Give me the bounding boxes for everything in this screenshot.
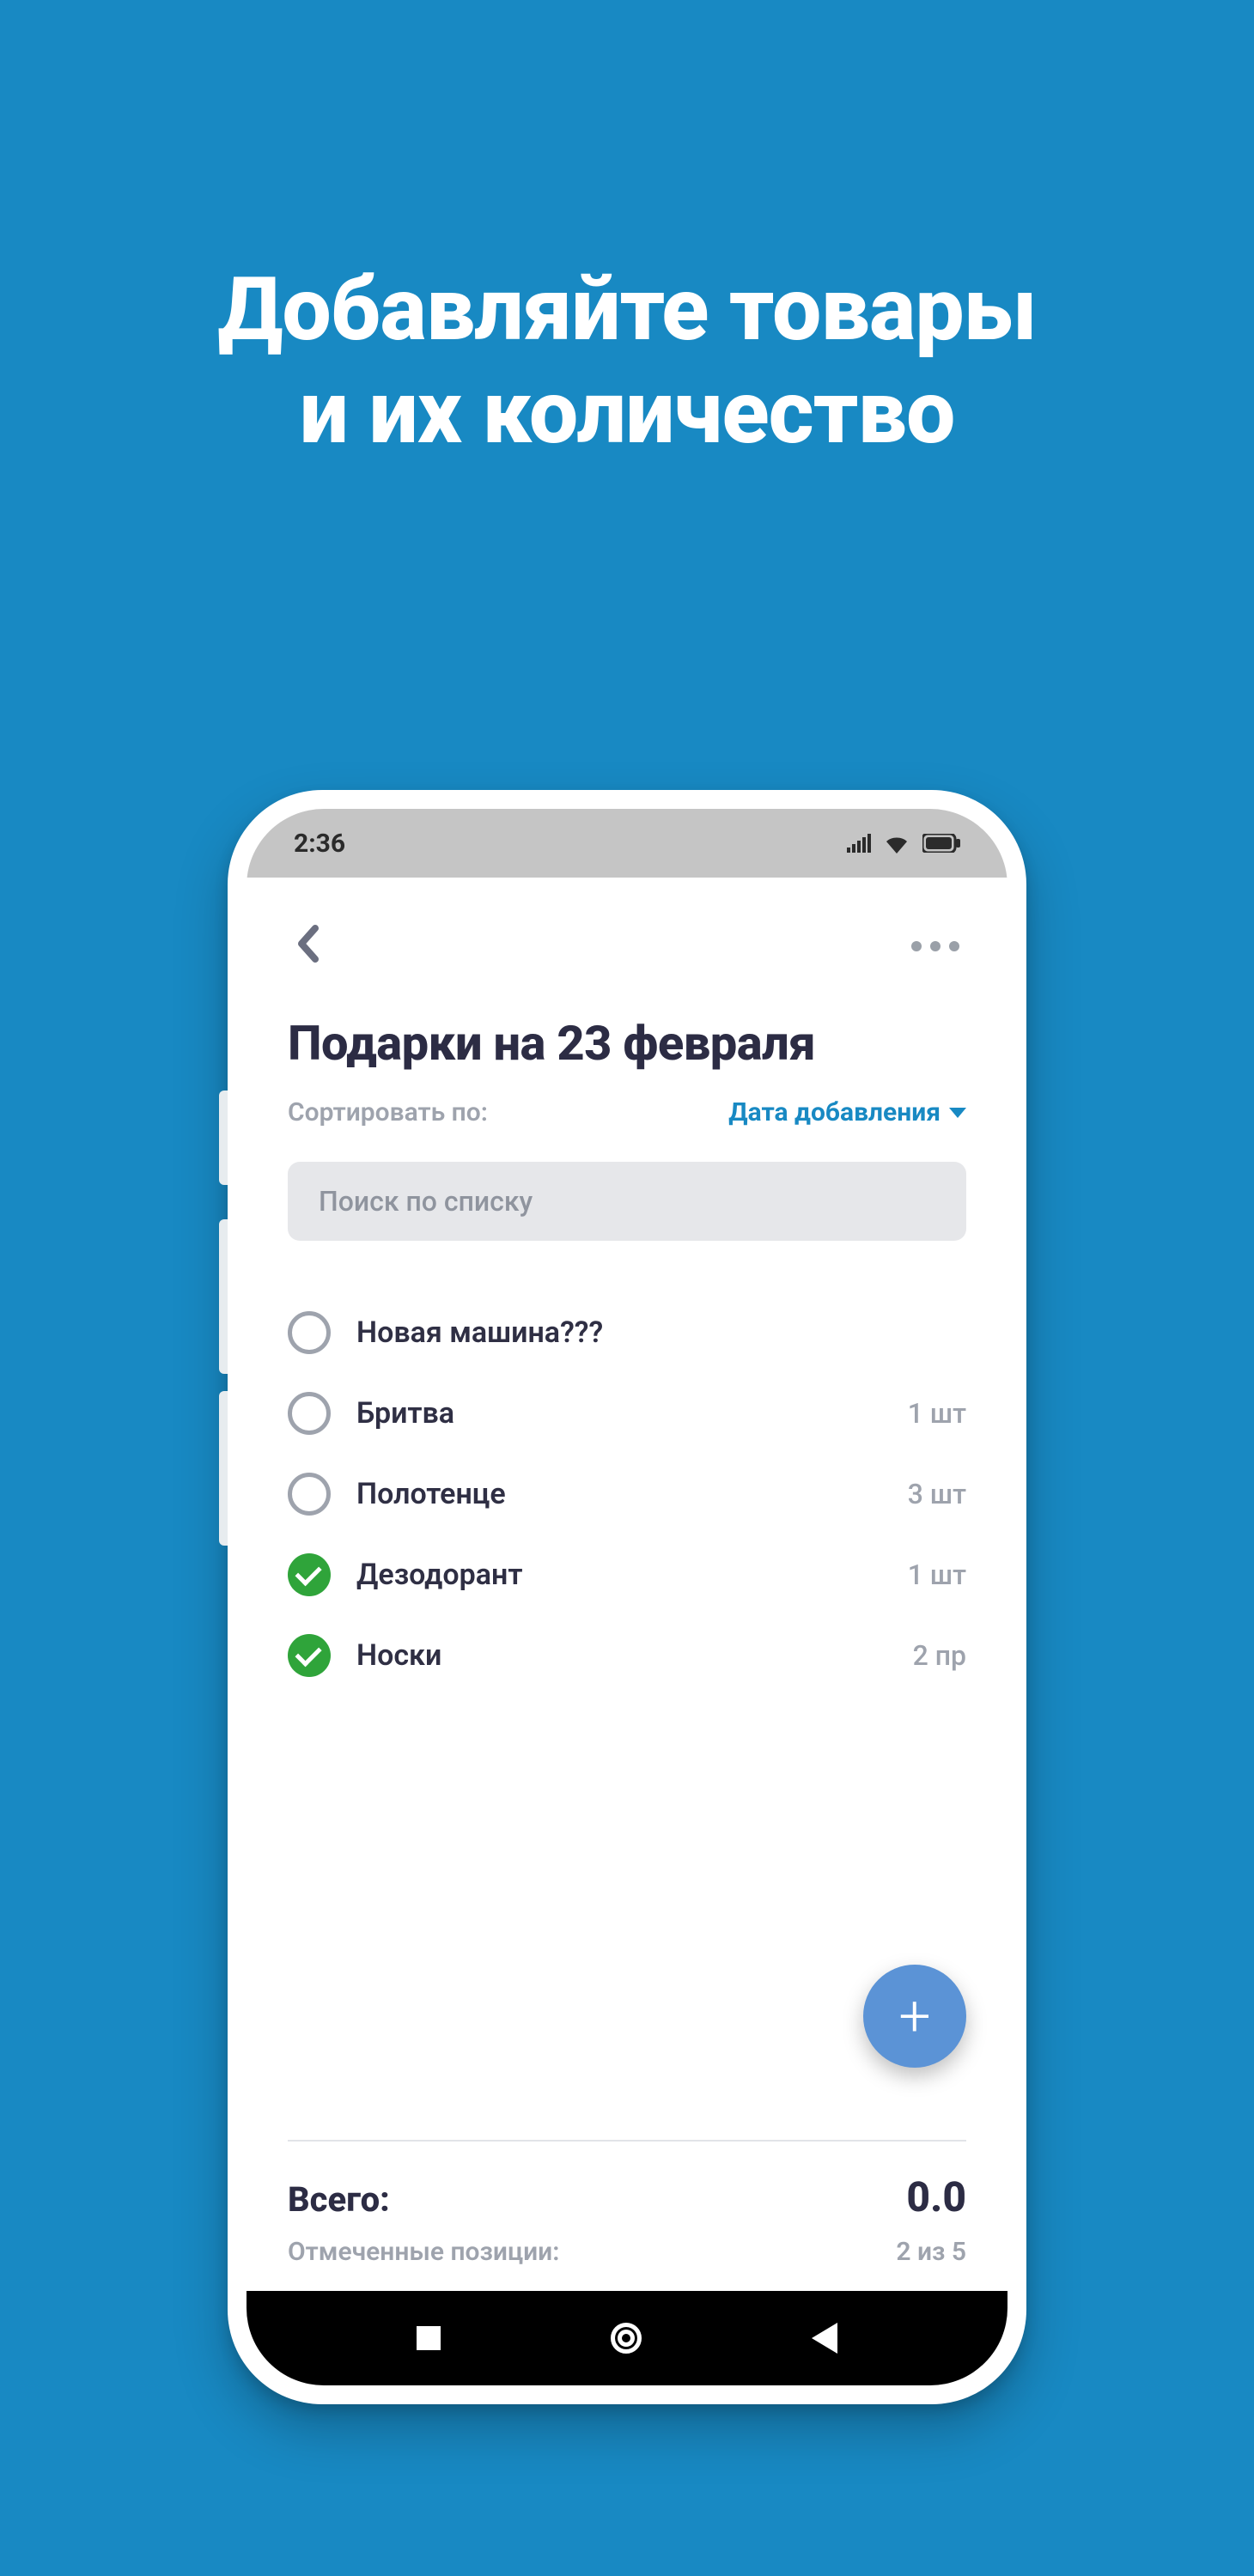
more-dots-icon (949, 941, 959, 951)
item-qty: 3 шт (908, 1478, 966, 1510)
nav-recent-icon[interactable] (417, 2326, 441, 2350)
item-name: Бритва (356, 1396, 882, 1431)
item-list: Новая машина??? Бритва 1 шт Полотенце 3 … (288, 1292, 966, 1696)
item-checkbox[interactable] (288, 1553, 331, 1596)
sort-row: Сортировать по: Дата добавления (288, 1097, 966, 1127)
search-input[interactable]: Поиск по списку (288, 1162, 966, 1241)
phone-screen: 2:36 Подар (247, 809, 1007, 2385)
item-name: Дезодорант (356, 1558, 882, 1592)
app-content: Подарки на 23 февраля Сортировать по: Да… (247, 878, 1007, 2291)
signal-icon (847, 834, 871, 853)
android-nav-bar (247, 2291, 1007, 2385)
more-dots-icon (930, 941, 940, 951)
search-placeholder: Поиск по списку (319, 1185, 533, 1218)
summary-panel: Всего: 0.0 Отмеченные позиции: 2 из 5 (288, 2140, 966, 2291)
promo-headline: Добавляйте товары и их количество (0, 0, 1254, 465)
chevron-down-icon (949, 1108, 966, 1118)
phone-side-button (219, 1219, 228, 1374)
top-bar (288, 912, 966, 981)
add-item-button[interactable]: + (863, 1965, 966, 2068)
item-qty: 1 шт (908, 1397, 966, 1430)
item-checkbox[interactable] (288, 1634, 331, 1677)
list-item[interactable]: Бритва 1 шт (288, 1373, 966, 1454)
promo-headline-line1: Добавляйте товары (0, 258, 1254, 361)
total-value: 0.0 (906, 2172, 966, 2221)
chevron-left-icon (296, 925, 319, 963)
battery-icon (922, 834, 960, 853)
status-bar: 2:36 (247, 809, 1007, 878)
total-label: Всего: (288, 2179, 390, 2220)
status-icons (847, 833, 960, 854)
list-item[interactable]: Носки 2 пр (288, 1615, 966, 1696)
page-title: Подарки на 23 февраля (288, 1015, 966, 1072)
nav-back-icon[interactable] (812, 2323, 837, 2354)
item-checkbox[interactable] (288, 1473, 331, 1516)
list-item[interactable]: Новая машина??? (288, 1292, 966, 1373)
item-name: Носки (356, 1638, 887, 1673)
marked-value: 2 из 5 (896, 2237, 966, 2267)
phone-side-button (219, 1391, 228, 1546)
nav-home-icon[interactable] (611, 2323, 642, 2354)
list-item[interactable]: Полотенце 3 шт (288, 1454, 966, 1534)
item-checkbox[interactable] (288, 1311, 331, 1354)
more-button[interactable] (904, 924, 966, 969)
more-dots-icon (911, 941, 922, 951)
list-item[interactable]: Дезодорант 1 шт (288, 1534, 966, 1615)
promo-headline-line2: и их количество (0, 361, 1254, 464)
plus-icon: + (898, 1984, 930, 2050)
sort-value-text: Дата добавления (728, 1097, 940, 1127)
back-button[interactable] (288, 911, 327, 981)
item-qty: 2 пр (913, 1639, 966, 1672)
status-time: 2:36 (294, 829, 345, 859)
phone-side-button (219, 1091, 228, 1185)
item-checkbox[interactable] (288, 1392, 331, 1435)
phone-frame: 2:36 Подар (228, 790, 1026, 2404)
wifi-icon (883, 833, 910, 854)
item-qty: 1 шт (908, 1558, 966, 1591)
sort-dropdown[interactable]: Дата добавления (728, 1097, 966, 1127)
sort-label: Сортировать по: (288, 1097, 488, 1127)
marked-label: Отмеченные позиции: (288, 2237, 559, 2267)
item-name: Новая машина??? (356, 1315, 940, 1350)
item-name: Полотенце (356, 1477, 882, 1511)
